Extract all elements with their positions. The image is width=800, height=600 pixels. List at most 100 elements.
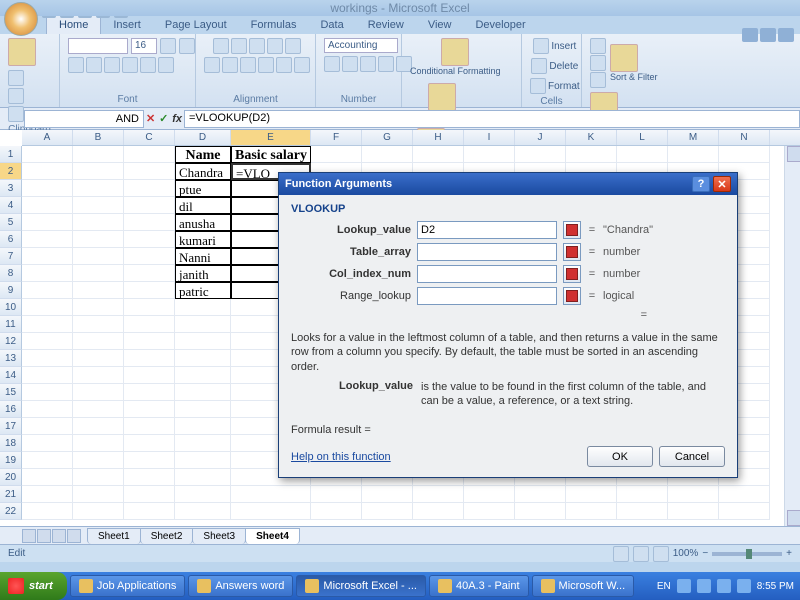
font-color-icon[interactable] [158, 57, 174, 73]
cell[interactable] [566, 146, 617, 163]
cell[interactable] [22, 231, 73, 248]
row-header[interactable]: 21 [0, 486, 22, 503]
cell[interactable] [175, 299, 231, 316]
cell[interactable] [73, 282, 124, 299]
row-header[interactable]: 13 [0, 350, 22, 367]
start-button[interactable]: start [0, 572, 67, 600]
cell[interactable] [124, 384, 175, 401]
delete-button[interactable]: Delete [531, 58, 578, 74]
cell[interactable] [22, 316, 73, 333]
row-header[interactable]: 15 [0, 384, 22, 401]
col-header[interactable]: E [231, 130, 311, 145]
cell[interactable] [73, 265, 124, 282]
cut-icon[interactable] [8, 70, 24, 86]
cell[interactable] [311, 486, 362, 503]
cell[interactable]: ptue [175, 180, 231, 197]
office-button[interactable] [4, 2, 38, 36]
dialog-close-icon[interactable]: ✕ [713, 176, 731, 192]
tab-developer[interactable]: Developer [463, 16, 537, 34]
cancel-button[interactable]: Cancel [659, 446, 725, 467]
inc-dec-icon[interactable] [378, 56, 394, 72]
number-format[interactable]: Accounting [324, 38, 398, 53]
sheet-tab[interactable]: Sheet2 [140, 528, 194, 544]
align-bot-icon[interactable] [249, 38, 265, 54]
cell[interactable] [22, 401, 73, 418]
cell[interactable] [464, 503, 515, 520]
grow-font-icon[interactable] [160, 38, 176, 54]
cell[interactable] [124, 299, 175, 316]
cell[interactable] [73, 333, 124, 350]
cell[interactable] [124, 248, 175, 265]
sheet-tab[interactable]: Sheet4 [245, 528, 300, 544]
row-header[interactable]: 6 [0, 231, 22, 248]
cell[interactable] [73, 452, 124, 469]
sheet-tab[interactable]: Sheet3 [192, 528, 246, 544]
insert-button[interactable]: Insert [533, 38, 576, 54]
cell[interactable] [22, 163, 73, 180]
vertical-scrollbar[interactable] [784, 146, 800, 526]
cell[interactable] [231, 486, 311, 503]
cell[interactable] [73, 197, 124, 214]
cell[interactable] [73, 503, 124, 520]
tray-icon[interactable] [677, 579, 691, 593]
align-left-icon[interactable] [204, 57, 220, 73]
cell[interactable] [124, 180, 175, 197]
cell[interactable]: Basic salary [231, 146, 311, 163]
cell[interactable] [124, 435, 175, 452]
view-layout-icon[interactable] [633, 546, 649, 562]
comma-icon[interactable] [360, 56, 376, 72]
cell[interactable]: Nanni [175, 248, 231, 265]
first-sheet-icon[interactable] [22, 529, 36, 543]
cell[interactable] [22, 452, 73, 469]
copy-icon[interactable] [8, 88, 24, 104]
clock[interactable]: 8:55 PM [757, 581, 794, 592]
col-header[interactable]: A [22, 130, 73, 145]
cell[interactable] [22, 469, 73, 486]
cell[interactable] [22, 265, 73, 282]
cell[interactable] [73, 163, 124, 180]
cell[interactable] [617, 486, 668, 503]
format-table-icon[interactable] [428, 83, 456, 111]
cell[interactable] [73, 401, 124, 418]
cell[interactable] [73, 367, 124, 384]
orient-icon[interactable] [267, 38, 283, 54]
row-header[interactable]: 11 [0, 316, 22, 333]
col-header[interactable]: C [124, 130, 175, 145]
cell[interactable]: kumari [175, 231, 231, 248]
format-button[interactable]: Format [530, 78, 580, 94]
cell[interactable] [22, 435, 73, 452]
cell[interactable] [124, 197, 175, 214]
cell[interactable] [515, 146, 566, 163]
cell[interactable] [124, 503, 175, 520]
cell[interactable] [22, 146, 73, 163]
row-header[interactable]: 3 [0, 180, 22, 197]
cell[interactable] [617, 503, 668, 520]
cell[interactable] [22, 333, 73, 350]
row-header[interactable]: 18 [0, 435, 22, 452]
arg-input[interactable] [417, 243, 557, 261]
cell[interactable] [175, 384, 231, 401]
col-header[interactable]: J [515, 130, 566, 145]
cell[interactable] [124, 265, 175, 282]
zoom-out-icon[interactable]: − [702, 548, 708, 559]
font-size[interactable]: 16 [131, 38, 157, 54]
cell[interactable] [124, 333, 175, 350]
tab-view[interactable]: View [416, 16, 464, 34]
cell[interactable] [124, 469, 175, 486]
row-header[interactable]: 19 [0, 452, 22, 469]
cell[interactable]: dil [175, 197, 231, 214]
taskbar-item[interactable]: Job Applications [70, 575, 186, 597]
taskbar-item[interactable]: Answers word [188, 575, 293, 597]
cell[interactable] [124, 418, 175, 435]
col-header[interactable]: B [73, 130, 124, 145]
row-header[interactable]: 12 [0, 333, 22, 350]
percent-icon[interactable] [342, 56, 358, 72]
paste-icon[interactable] [8, 38, 36, 66]
col-header[interactable]: N [719, 130, 770, 145]
range-selector-icon[interactable] [563, 287, 581, 305]
cell[interactable] [668, 503, 719, 520]
fx-icon[interactable]: fx [172, 113, 182, 125]
lang-indicator[interactable]: EN [657, 581, 671, 592]
next-sheet-icon[interactable] [52, 529, 66, 543]
cell[interactable] [124, 282, 175, 299]
